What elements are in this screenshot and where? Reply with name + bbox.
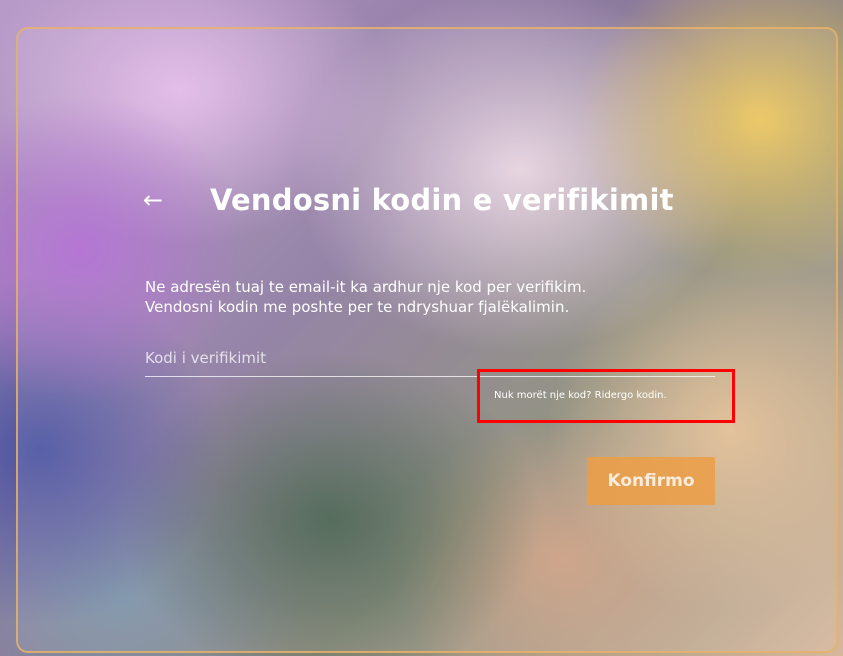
resend-code-link[interactable]: Nuk morët nje kod? Ridergo kodin. [494, 389, 667, 403]
instructions-text: Ne adresën tuaj te email-it ka ardhur nj… [145, 277, 745, 317]
instructions-line-1: Ne adresën tuaj te email-it ka ardhur nj… [145, 278, 587, 296]
confirm-button[interactable]: Konfirmo [587, 457, 715, 505]
back-arrow-icon[interactable]: ← [143, 185, 165, 215]
page-title: Vendosni kodin e verifikimit [210, 183, 674, 217]
instructions-line-2: Vendosni kodin me poshte per te ndryshua… [145, 298, 570, 316]
